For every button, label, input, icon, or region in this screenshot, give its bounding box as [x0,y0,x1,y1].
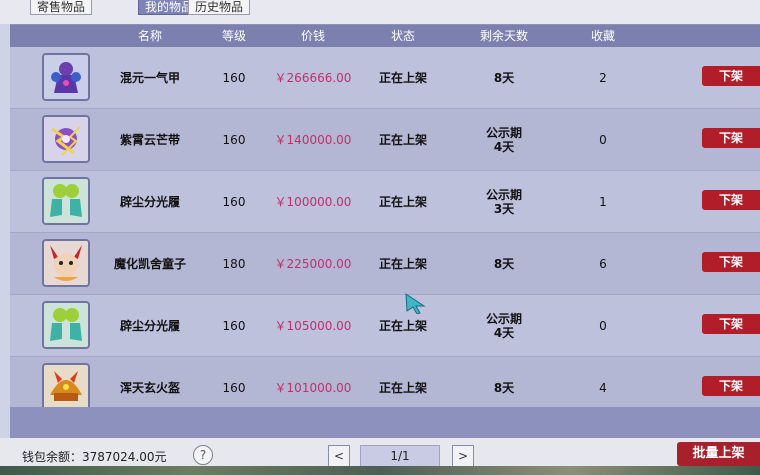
item-level: 160 [222,318,246,333]
demon-child-icon[interactable] [42,239,90,287]
item-name: 紫霄云芒带 [119,133,180,147]
list-bottom-strip [10,407,760,439]
batch-list-button[interactable]: 批量上架 [677,442,760,466]
tab-consign-items[interactable]: 寄售物品 [30,0,93,15]
item-level: 160 [222,132,246,147]
item-level: 160 [222,70,246,85]
item-status: 正在上架 [378,195,427,209]
item-name: 魔化凯舍童子 [113,257,186,271]
item-status: 正在上架 [378,133,427,147]
green-boots-icon[interactable] [42,301,90,349]
page-indicator: 1/1 [360,445,440,467]
item-level: 160 [222,194,246,209]
item-days: 公示期 4天 [453,109,555,170]
column-header-level: 等级 [221,29,246,43]
item-status: 正在上架 [378,257,427,271]
column-header-status: 状态 [390,29,415,43]
item-price: ￥100000.00 [274,195,352,209]
table-row[interactable]: 辟尘分光履 160 ￥105000.00 正在上架 公示期 4天 0 下架 [10,295,760,357]
item-price: ￥140000.00 [274,133,352,147]
item-name: 混元一气甲 [119,71,180,85]
days-line1: 公示期 [485,125,522,140]
item-status: 正在上架 [378,71,427,85]
purple-armor-icon[interactable] [42,53,90,101]
table-row[interactable]: 魔化凯舍童子 180 ￥225000.00 正在上架 8天 6 下架 [10,233,760,295]
item-favorites: 0 [599,132,607,147]
days-line2: 3天 [493,201,515,216]
delist-button[interactable]: 下架 [702,128,760,148]
item-name: 辟尘分光履 [119,195,180,209]
item-favorites: 6 [599,256,607,271]
tab-bar: 寄售物品 我的物品 历史物品 [0,0,760,24]
days-line1: 8天 [493,256,515,271]
days-line1: 8天 [493,70,515,85]
column-header-price: 价钱 [300,29,325,43]
prev-page-button[interactable]: < [328,445,350,467]
days-line2: 4天 [493,325,515,340]
cursor-icon [405,293,426,314]
delist-button[interactable]: 下架 [702,376,760,396]
days-line1: 8天 [493,380,515,395]
green-boots-icon[interactable] [42,177,90,225]
column-header-days: 剩余天数 [479,29,528,43]
delist-button[interactable]: 下架 [702,66,760,86]
column-header-name: 名称 [137,29,162,43]
days-line1: 公示期 [485,311,522,326]
table-row[interactable]: 混元一气甲 160 ￥266666.00 正在上架 8天 2 下架 [10,47,760,109]
delist-button[interactable]: 下架 [702,252,760,272]
tab-history-items[interactable]: 历史物品 [188,0,251,15]
item-list-panel: 名称 等级 价钱 状态 剩余天数 收藏 混元一气甲 160 ￥266666.00… [10,24,760,439]
table-row[interactable]: 紫霄云芒带 160 ￥140000.00 正在上架 公示期 4天 0 下架 [10,109,760,171]
wallet-balance: 钱包余额：3787024.00元 [22,450,167,464]
lightning-belt-icon[interactable] [42,115,90,163]
table-row[interactable]: 辟尘分光履 160 ￥100000.00 正在上架 公示期 3天 1 下架 [10,171,760,233]
days-line2: 4天 [493,139,515,154]
next-page-button[interactable]: > [452,445,474,467]
item-favorites: 2 [599,70,607,85]
table-header: 名称 等级 价钱 状态 剩余天数 收藏 [10,25,760,47]
help-icon[interactable]: ? [193,445,213,465]
item-favorites: 0 [599,318,607,333]
item-status: 正在上架 [378,319,427,333]
fire-helmet-icon[interactable] [42,363,90,411]
delist-button[interactable]: 下架 [702,314,760,334]
game-background-strip [0,466,760,475]
delist-button[interactable]: 下架 [702,190,760,210]
item-favorites: 1 [599,194,607,209]
days-line1: 公示期 [485,187,522,202]
column-header-favorites: 收藏 [590,29,615,43]
item-price: ￥225000.00 [274,257,352,271]
item-days: 公示期 4天 [453,295,555,356]
item-level: 180 [222,256,246,271]
item-price: ￥105000.00 [274,319,352,333]
item-days: 公示期 3天 [453,171,555,232]
item-days: 8天 [453,233,555,294]
item-price: ￥266666.00 [274,71,352,85]
item-name: 辟尘分光履 [119,319,180,333]
item-days: 8天 [453,47,555,108]
